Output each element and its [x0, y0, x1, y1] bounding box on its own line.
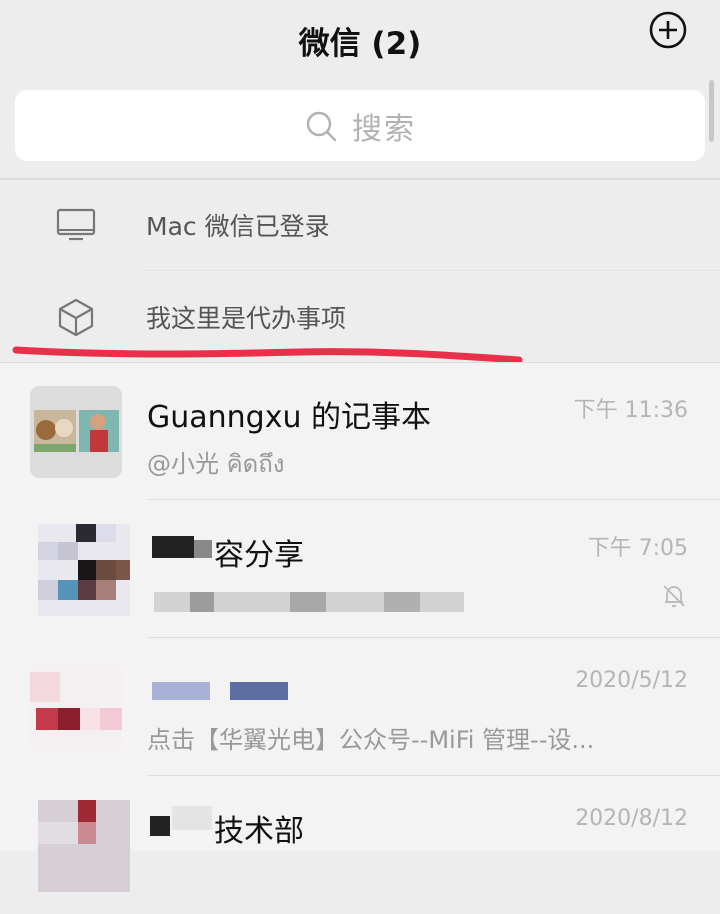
chat-item-content-share[interactable]: 容分享 下午 7:05 [0, 500, 720, 638]
desktop-icon [56, 208, 96, 241]
page-title: 微信 (2) [298, 25, 422, 62]
pixelated-redaction [150, 816, 170, 836]
chat-last-message: 点击【华翼光电】公众号--MiFi 管理--设... [147, 726, 595, 754]
avatar [30, 662, 122, 754]
search-icon [306, 111, 337, 141]
chat-item-guanngxu-notes[interactable]: Guanngxu 的记事本 @小光 คิดถึง 下午 11:36 [0, 362, 720, 500]
pixelated-redaction [190, 592, 214, 612]
muted-bell-icon [663, 585, 685, 607]
search-placeholder: 搜索 [352, 111, 416, 147]
top-bar: 微信 (2) [0, 0, 720, 80]
todo-label: 我这里是代办事项 [146, 304, 347, 333]
avatar [38, 800, 130, 892]
chat-last-message: @小光 คิดถึง [147, 450, 285, 478]
pixelated-redaction [152, 536, 194, 558]
search-input[interactable]: 搜索 [15, 90, 705, 161]
chat-name: 容分享 [214, 538, 304, 573]
pixelated-redaction [230, 682, 288, 700]
add-plus-icon[interactable] [648, 10, 688, 50]
chat-list: Guanngxu 的记事本 @小光 คิดถึง 下午 11:36 容分享 下午… [0, 362, 720, 892]
chat-time: 2020/8/12 [575, 806, 688, 831]
chat-time: 下午 11:36 [573, 398, 688, 423]
avatar [30, 386, 122, 478]
pixelated-redaction [290, 592, 326, 612]
chat-item-huayi[interactable]: 点击【华翼光电】公众号--MiFi 管理--设... 2020/5/12 [0, 638, 720, 776]
pixelated-redaction [172, 806, 212, 830]
pixelated-redaction [194, 540, 212, 558]
chat-time: 下午 7:05 [587, 536, 688, 561]
pixelated-redaction [152, 682, 210, 700]
chat-name: 技术部 [214, 814, 304, 849]
scrollbar[interactable] [709, 80, 714, 142]
divider [146, 270, 720, 271]
chat-time: 2020/5/12 [575, 668, 688, 693]
chat-name: Guanngxu 的记事本 [147, 400, 432, 435]
avatar [38, 524, 130, 616]
chat-item-tech-dept[interactable]: 技术部 2020/8/12 [0, 776, 720, 914]
mac-login-row[interactable]: Mac 微信已登录 [0, 180, 720, 270]
pixelated-redaction [384, 592, 420, 612]
mac-login-label: Mac 微信已登录 [146, 212, 330, 241]
